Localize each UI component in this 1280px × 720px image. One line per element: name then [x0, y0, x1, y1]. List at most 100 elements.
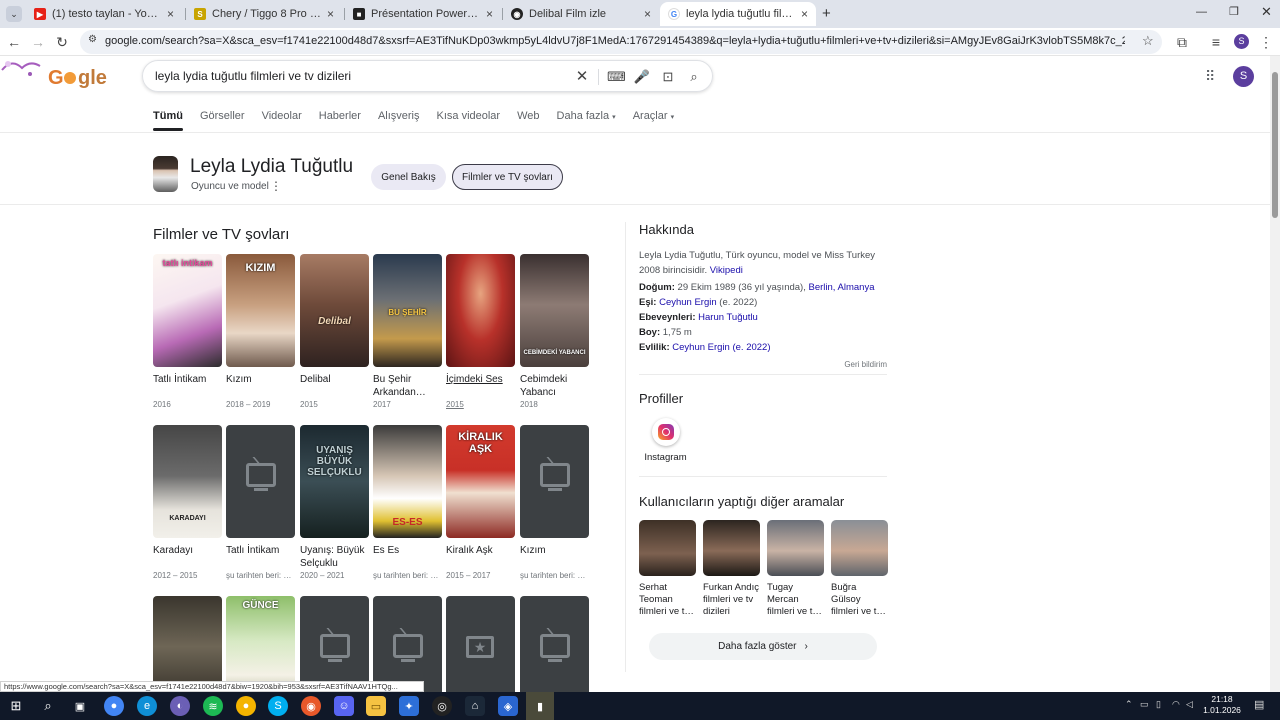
close-icon[interactable]: × [327, 7, 334, 21]
close-icon[interactable]: × [801, 7, 808, 21]
apps-grid-icon[interactable]: ⠿ [1205, 68, 1215, 85]
chrome-icon[interactable]: ● [104, 696, 124, 716]
clear-icon[interactable]: ✕ [573, 68, 591, 86]
film-poster[interactable]: CEBİMDEKİ YABANCI [520, 254, 589, 367]
film-title[interactable]: Tatlı İntikam [226, 544, 295, 570]
film-poster[interactable]: KARADAYI [153, 425, 222, 538]
fact-link[interactable]: Berlin, Almanya [809, 282, 875, 293]
app-icon[interactable]: ◈ [498, 696, 518, 716]
film-title[interactable]: Kızım [226, 373, 295, 399]
film-card[interactable] [153, 596, 222, 692]
url-text[interactable]: google.com/search?sa=X&sca_esv=f1741e221… [105, 35, 1125, 47]
film-card[interactable] [300, 596, 369, 692]
browser-tab-2[interactable]: ■ Présentation PowerPoint × [345, 2, 501, 26]
tab-images[interactable]: Görseller [200, 110, 245, 130]
wifi-icon[interactable]: ◠ [1172, 699, 1180, 710]
films-tv-pill[interactable]: Filmler ve TV şovları [452, 164, 563, 190]
film-card[interactable]: ★ [446, 596, 515, 692]
film-card[interactable]: Tatlı İntikam şu tarihten beri: … [226, 425, 295, 580]
film-title[interactable]: Cebimdeki Yabancı [520, 373, 589, 399]
show-more-button[interactable]: Daha fazla göster › [649, 633, 877, 660]
placeholder-poster[interactable] [520, 596, 589, 692]
back-icon[interactable]: ← [4, 32, 24, 52]
bookmark-star-icon[interactable]: ☆ [1142, 33, 1154, 49]
feedback-link[interactable]: Geri bildirim [800, 360, 887, 369]
app-icon[interactable]: ✦ [399, 696, 419, 716]
film-poster[interactable] [153, 596, 222, 692]
tab-shopping[interactable]: Alışveriş [378, 110, 420, 130]
microphone-icon[interactable]: 🎤 [633, 68, 651, 86]
other-search-item[interactable]: Serhat Teoman filmleri ve t… [639, 520, 696, 618]
film-card[interactable]: KARADAYI Karadayı 2012 – 2015 [153, 425, 222, 580]
film-title[interactable]: İçimdeki Ses [446, 373, 515, 399]
film-title[interactable]: Uyanış: Büyük Selçuklu [300, 544, 369, 570]
extensions-icon[interactable]: ⧉ [1172, 32, 1192, 52]
other-search-item[interactable]: Buğra Gülsoy filmleri ve t… [831, 520, 888, 618]
steam-icon[interactable]: ⌂ [465, 696, 485, 716]
task-view-icon[interactable]: ▣ [70, 696, 90, 716]
overview-pill[interactable]: Genel Bakış [371, 164, 446, 190]
taskbar-clock[interactable]: 21:18 1.01.2026 [1196, 694, 1248, 716]
notification-icon[interactable]: ▤ [1254, 698, 1264, 711]
tab-all[interactable]: Tümü [153, 110, 183, 131]
film-card[interactable]: KIZIM Kızım 2018 – 2019 [226, 254, 295, 409]
wikipedia-link[interactable]: Vikipedi [710, 265, 743, 276]
entity-photo[interactable] [153, 156, 178, 192]
tab-news[interactable]: Haberler [319, 110, 361, 130]
film-poster[interactable]: tatlı intikam [153, 254, 222, 367]
fact-link[interactable]: Ceyhun Ergin (e. 2022) [672, 342, 770, 353]
site-info-icon[interactable]: ⚙ [88, 34, 97, 45]
more-options-icon[interactable]: ⋮ [270, 179, 282, 193]
film-title[interactable]: Kızım [520, 544, 589, 570]
instagram-icon[interactable] [652, 418, 680, 446]
film-poster[interactable]: KİRALIK AŞK [446, 425, 515, 538]
placeholder-poster[interactable] [520, 425, 589, 538]
browser-tab-4[interactable]: G leyla lydia tuğutlu filmleri ve tv × [660, 2, 816, 26]
film-card[interactable] [373, 596, 442, 692]
chrome-icon[interactable]: ● [236, 696, 256, 716]
tab-tools[interactable]: Araçlar ▾ [633, 110, 674, 130]
minimize-icon[interactable]: — [1196, 6, 1207, 18]
restore-icon[interactable]: ❐ [1229, 5, 1239, 18]
film-title[interactable]: Tatlı İntikam [153, 373, 222, 399]
new-tab-button[interactable]: + [822, 5, 831, 22]
placeholder-poster[interactable] [300, 596, 369, 692]
film-poster[interactable]: BU ŞEHİR [373, 254, 442, 367]
google-doodle-logo[interactable]: G gle [0, 56, 118, 96]
fact-link[interactable]: Harun Tuğutlu [698, 312, 758, 323]
film-poster[interactable]: UYANIŞ BÜYÜK SELÇUKLU [300, 425, 369, 538]
tray-icon[interactable]: ▯ [1156, 699, 1161, 710]
tab-videos[interactable]: Videolar [262, 110, 302, 130]
other-search-item[interactable]: Furkan Andıç filmleri ve tv dizileri [703, 520, 760, 618]
app-icon[interactable]: ◎ [432, 696, 452, 716]
tab-web[interactable]: Web [517, 110, 539, 130]
account-avatar[interactable]: S [1233, 66, 1254, 87]
lens-icon[interactable]: ⊡ [659, 68, 677, 86]
film-poster[interactable]: GÜNCE [226, 596, 295, 692]
windows-start-icon[interactable]: ⊞ [6, 696, 26, 716]
scrollbar[interactable] [1270, 56, 1280, 692]
browser-tab-3[interactable]: ◉ Delibal Film izle × [503, 2, 659, 26]
film-card[interactable]: BU ŞEHİR Bu Şehir Arkandan… 2017 [373, 254, 442, 409]
film-card[interactable]: CEBİMDEKİ YABANCI Cebimdeki Yabancı 2018 [520, 254, 589, 409]
film-card[interactable]: Kızım şu tarihten beri: … [520, 425, 589, 580]
film-poster[interactable]: KIZIM [226, 254, 295, 367]
tab-menu-button[interactable]: ⌄ [6, 6, 22, 22]
placeholder-poster[interactable] [373, 596, 442, 692]
other-search-item[interactable]: Tugay Mercan filmleri ve t… [767, 520, 824, 618]
scrollbar-thumb[interactable] [1272, 72, 1278, 218]
profile-avatar[interactable]: S [1234, 34, 1249, 49]
film-card[interactable]: Delibal Delibal 2015 [300, 254, 369, 409]
browser-tab-1[interactable]: S Chery / Tiggo 8 Pro Max / 1.6 T × [186, 2, 342, 26]
film-card[interactable]: KİRALIK AŞK Kiralık Aşk 2015 – 2017 [446, 425, 515, 580]
film-title[interactable]: Kiralık Aşk [446, 544, 515, 570]
placeholder-poster[interactable]: ★ [446, 596, 515, 692]
film-poster[interactable]: ES-ES [373, 425, 442, 538]
volume-icon[interactable]: ◁ [1186, 699, 1193, 710]
close-icon[interactable]: × [167, 7, 174, 21]
film-card[interactable]: İçimdeki Ses 2015 [446, 254, 515, 409]
search-box[interactable]: leyla lydia tuğutlu filmleri ve tv dizil… [142, 60, 713, 92]
spotify-icon[interactable]: ≋ [203, 696, 223, 716]
film-card[interactable]: GÜNCE [226, 596, 295, 692]
film-poster[interactable] [446, 254, 515, 367]
